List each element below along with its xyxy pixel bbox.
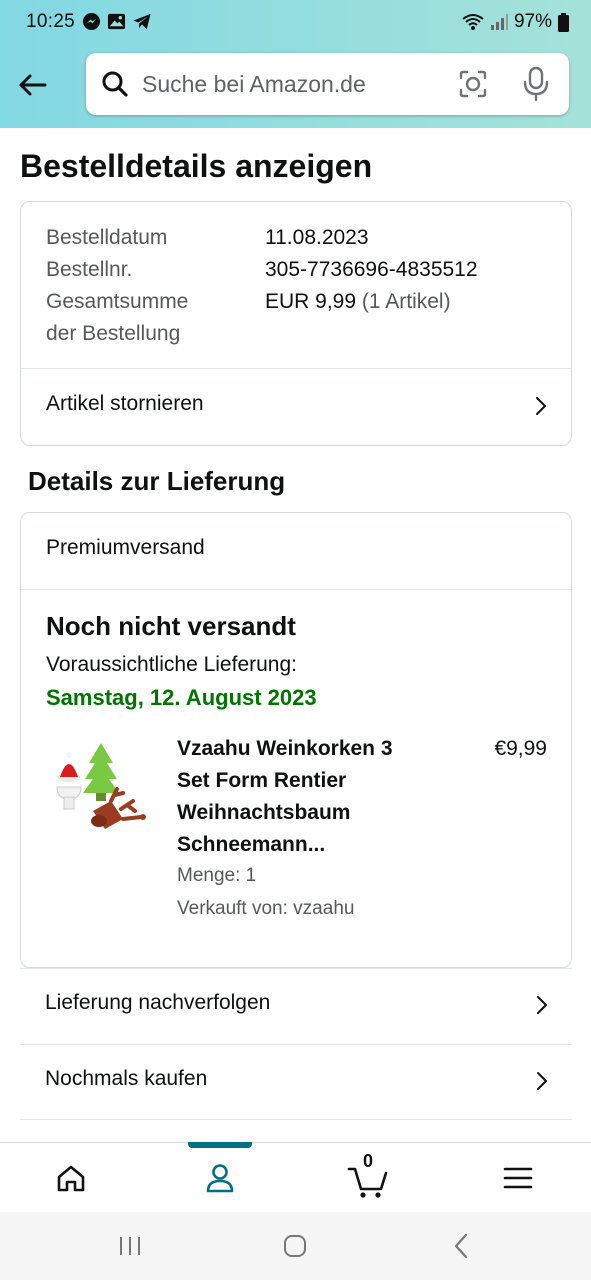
order-total-value: EUR 9,99 (1 Artikel) — [265, 286, 451, 318]
wifi-icon — [462, 14, 484, 30]
track-delivery-label: Lieferung nachverfolgen — [45, 991, 271, 1014]
buy-again-label: Nochmals kaufen — [45, 1067, 208, 1090]
system-navigation-bar — [0, 1212, 591, 1280]
status-time: 10:25 — [26, 11, 76, 32]
delivery-eta-label: Voraussichtliche Lieferung: — [46, 653, 297, 676]
search-box[interactable] — [86, 53, 569, 115]
cart-count: 0 — [362, 1151, 373, 1171]
product-image[interactable] — [51, 741, 151, 841]
gallery-icon — [107, 13, 126, 30]
cancel-items-link[interactable]: Artikel stornieren — [21, 369, 571, 446]
search-icon — [100, 69, 130, 99]
recent-apps-button[interactable] — [110, 1230, 150, 1262]
person-icon — [206, 1164, 234, 1193]
buy-again-link[interactable]: Nochmals kaufen — [20, 1044, 572, 1120]
chevron-right-icon — [536, 397, 546, 415]
home-circle-icon — [284, 1235, 306, 1257]
messenger-icon — [82, 12, 101, 31]
hamburger-menu-icon — [503, 1167, 533, 1189]
battery-percentage: 97% — [513, 11, 552, 32]
order-total-label-line2: der Bestellung — [46, 322, 181, 345]
microphone-icon[interactable] — [521, 66, 551, 102]
order-number-value: 305-7736696-4835512 — [265, 258, 478, 281]
nav-menu[interactable] — [478, 1143, 558, 1213]
order-total-amount: EUR 9,99 — [265, 290, 357, 313]
bottom-navigation: 0 — [0, 1142, 591, 1212]
order-summary-card: Bestelldatum 11.08.2023 Bestellnr. 305-7… — [20, 201, 572, 446]
track-delivery-link[interactable]: Lieferung nachverfolgen — [20, 968, 572, 1044]
home-button[interactable] — [275, 1230, 315, 1262]
home-icon — [57, 1165, 85, 1192]
shipment-status: Noch nicht versandt — [46, 611, 296, 641]
camera-lens-icon[interactable] — [457, 68, 489, 100]
search-input[interactable] — [142, 70, 432, 98]
recent-apps-icon — [120, 1237, 140, 1255]
delivery-card: Premiumversand Noch nicht versandt Vorau… — [20, 512, 572, 968]
product-price: €9,99 — [494, 737, 547, 760]
nav-home[interactable] — [31, 1143, 111, 1213]
chevron-right-icon — [537, 1072, 547, 1090]
product-quantity: Menge: 1 — [177, 865, 257, 886]
order-date-value: 11.08.2023 — [265, 226, 369, 249]
signal-icon — [490, 14, 508, 30]
cancel-items-label: Artikel stornieren — [46, 392, 204, 415]
shipping-type: Premiumversand — [46, 536, 205, 559]
divider — [21, 589, 571, 590]
status-notification-icons — [82, 12, 152, 31]
delivery-eta-date: Samstag, 12. August 2023 — [46, 685, 317, 710]
order-date-label: Bestelldatum — [46, 226, 168, 249]
chevron-left-icon — [454, 1233, 468, 1259]
status-system-icons: 97% — [462, 11, 569, 33]
arrow-left-icon — [19, 74, 47, 96]
back-button[interactable] — [14, 67, 50, 103]
order-item-count: (1 Artikel) — [361, 290, 451, 313]
search-header — [0, 42, 591, 128]
system-back-button[interactable] — [441, 1230, 481, 1262]
nav-cart[interactable]: 0 — [328, 1143, 408, 1213]
chevron-right-icon — [537, 996, 547, 1014]
order-total-label: Gesamtsumme — [46, 290, 189, 313]
product-title-link[interactable]: Vzaahu Weinkorken 3 Set Form Rentier Wei… — [177, 733, 417, 861]
page-title: Bestelldetails anzeigen — [20, 148, 373, 184]
order-number-label: Bestellnr. — [46, 258, 133, 281]
nav-active-indicator — [188, 1142, 252, 1148]
product-seller: Verkauft von: vzaahu — [177, 898, 355, 919]
status-bar: 10:25 97% — [0, 0, 591, 42]
telegram-icon — [133, 13, 151, 30]
delivery-section-heading: Details zur Lieferung — [28, 466, 286, 496]
battery-icon — [558, 12, 569, 32]
nav-account[interactable] — [180, 1143, 260, 1213]
